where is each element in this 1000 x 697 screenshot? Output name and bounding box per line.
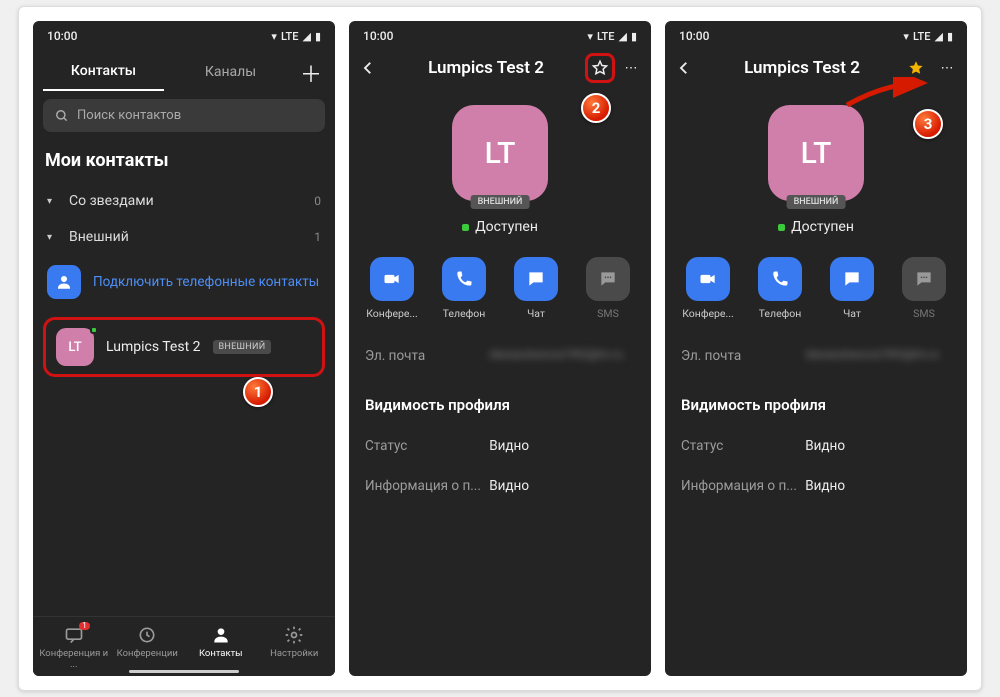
avatar: LT ВНЕШНИЙ xyxy=(768,105,864,201)
action-phone[interactable]: Телефон xyxy=(751,257,809,320)
connect-label: Подключить телефонные контакты xyxy=(93,274,319,290)
email-row: Эл. почта dianazuhanova1992@lm.ru xyxy=(681,336,951,376)
external-badge: ВНЕШНИЙ xyxy=(213,340,272,354)
star-button[interactable] xyxy=(585,53,615,83)
info-row: Информация о п... Видно xyxy=(365,466,635,506)
nav-conf-chat[interactable]: 1 Конференция и ... xyxy=(37,625,111,670)
tabs-row: Контакты Каналы ＋ xyxy=(33,47,335,91)
action-phone[interactable]: Телефон xyxy=(435,257,493,320)
tab-contacts[interactable]: Контакты xyxy=(43,55,164,91)
external-badge: ВНЕШНИЙ xyxy=(787,195,846,209)
action-conference[interactable]: Конфере... xyxy=(679,257,737,320)
status-row: Статус Видно xyxy=(365,426,635,466)
action-chat[interactable]: Чат xyxy=(823,257,881,320)
gear-icon xyxy=(284,625,304,645)
presence-dot xyxy=(778,224,785,231)
visibility-header: Видимость профиля xyxy=(665,382,967,420)
phone-icon xyxy=(442,257,486,301)
group-external-label: Внешний xyxy=(69,229,129,245)
connect-phone-contacts[interactable]: Подключить телефонные контакты xyxy=(33,255,335,309)
status-bar: 10:00 ▾LTE◢▮ xyxy=(33,21,335,47)
action-sms: SMS xyxy=(579,257,637,320)
add-button[interactable]: ＋ xyxy=(297,57,325,89)
page-title: Lumpics Test 2 xyxy=(709,58,895,78)
status-icons: ▾LTE◢▮ xyxy=(271,30,321,43)
status-row: Статус Видно xyxy=(681,426,951,466)
info-row: Информация о п... Видно xyxy=(681,466,951,506)
avatar: LT xyxy=(56,328,94,366)
email-value: dianazuhanova1992@lm.ru xyxy=(805,348,951,364)
tutorial-marker-1: 1 xyxy=(243,377,273,407)
video-icon xyxy=(686,257,730,301)
tab-channels[interactable]: Каналы xyxy=(170,56,291,90)
status-bar: 10:00 ▾LTE◢▮ xyxy=(665,21,967,47)
nav-contacts[interactable]: Контакты xyxy=(184,625,258,670)
person-icon xyxy=(47,265,81,299)
action-sms: SMS xyxy=(895,257,953,320)
action-row: Конфере... Телефон Чат SMS xyxy=(349,241,651,330)
chevron-down-icon: ▾ xyxy=(47,196,59,207)
clock-icon xyxy=(137,625,157,645)
search-icon xyxy=(55,109,69,123)
back-button[interactable] xyxy=(359,59,387,77)
presence-status: Доступен xyxy=(462,219,538,235)
phone-icon xyxy=(758,257,802,301)
page-title: Lumpics Test 2 xyxy=(393,58,579,78)
search-placeholder: Поиск контактов xyxy=(77,108,181,123)
tutorial-arrow xyxy=(841,77,931,113)
group-external-count: 1 xyxy=(314,230,321,244)
external-badge: ВНЕШНИЙ xyxy=(471,195,530,209)
group-starred-label: Со звездами xyxy=(69,193,154,209)
video-icon xyxy=(370,257,414,301)
back-button[interactable] xyxy=(675,59,703,77)
section-title: Мои контакты xyxy=(33,140,335,183)
email-row: Эл. почта dianazuhanova1992@lm.ru xyxy=(365,336,635,376)
visibility-header: Видимость профиля xyxy=(349,382,651,420)
status-time: 10:00 xyxy=(47,29,77,43)
tutorial-marker-3: 3 xyxy=(913,109,943,139)
status-bar: 10:00 ▾LTE◢▮ xyxy=(349,21,651,47)
profile-screen-unstarred: 10:00 ▾LTE◢▮ Lumpics Test 2 ⋯ 2 LT ВНЕШН… xyxy=(349,21,651,676)
group-external[interactable]: ▾ Внешний 1 xyxy=(33,219,335,255)
presence-indicator xyxy=(90,326,98,334)
more-button[interactable]: ⋯ xyxy=(621,61,641,76)
bottom-nav: 1 Конференция и ... Конференции Контакты… xyxy=(33,616,335,676)
contacts-screen: 10:00 ▾LTE◢▮ Контакты Каналы ＋ Поиск кон… xyxy=(33,21,335,676)
sms-icon xyxy=(902,257,946,301)
presence-dot xyxy=(462,224,469,231)
chevron-down-icon: ▾ xyxy=(47,232,59,243)
tutorial-marker-2: 2 xyxy=(581,93,611,123)
presence-status: Доступен xyxy=(778,219,854,235)
sms-icon xyxy=(586,257,630,301)
chat-icon xyxy=(830,257,874,301)
contact-name: Lumpics Test 2 xyxy=(106,339,201,355)
home-indicator xyxy=(129,670,239,673)
action-chat[interactable]: Чат xyxy=(507,257,565,320)
more-button[interactable]: ⋯ xyxy=(937,61,957,76)
nav-settings[interactable]: Настройки xyxy=(258,625,332,670)
nav-conferences[interactable]: Конференции xyxy=(111,625,185,670)
chat-icon xyxy=(514,257,558,301)
contacts-icon xyxy=(211,625,231,645)
top-bar: Lumpics Test 2 ⋯ xyxy=(349,47,651,93)
action-conference[interactable]: Конфере... xyxy=(363,257,421,320)
group-starred[interactable]: ▾ Со звездами 0 xyxy=(33,183,335,219)
avatar: LT ВНЕШНИЙ xyxy=(452,105,548,201)
search-input[interactable]: Поиск контактов xyxy=(43,99,325,132)
email-value: dianazuhanova1992@lm.ru xyxy=(489,348,635,364)
action-row: Конфере... Телефон Чат SMS xyxy=(665,241,967,330)
chat-icon: 1 xyxy=(64,625,84,645)
profile-screen-starred: 10:00 ▾LTE◢▮ Lumpics Test 2 ⋯ 3 LT ВНЕШН… xyxy=(665,21,967,676)
contact-item[interactable]: LT Lumpics Test 2 ВНЕШНИЙ xyxy=(43,317,325,377)
group-starred-count: 0 xyxy=(314,194,321,208)
